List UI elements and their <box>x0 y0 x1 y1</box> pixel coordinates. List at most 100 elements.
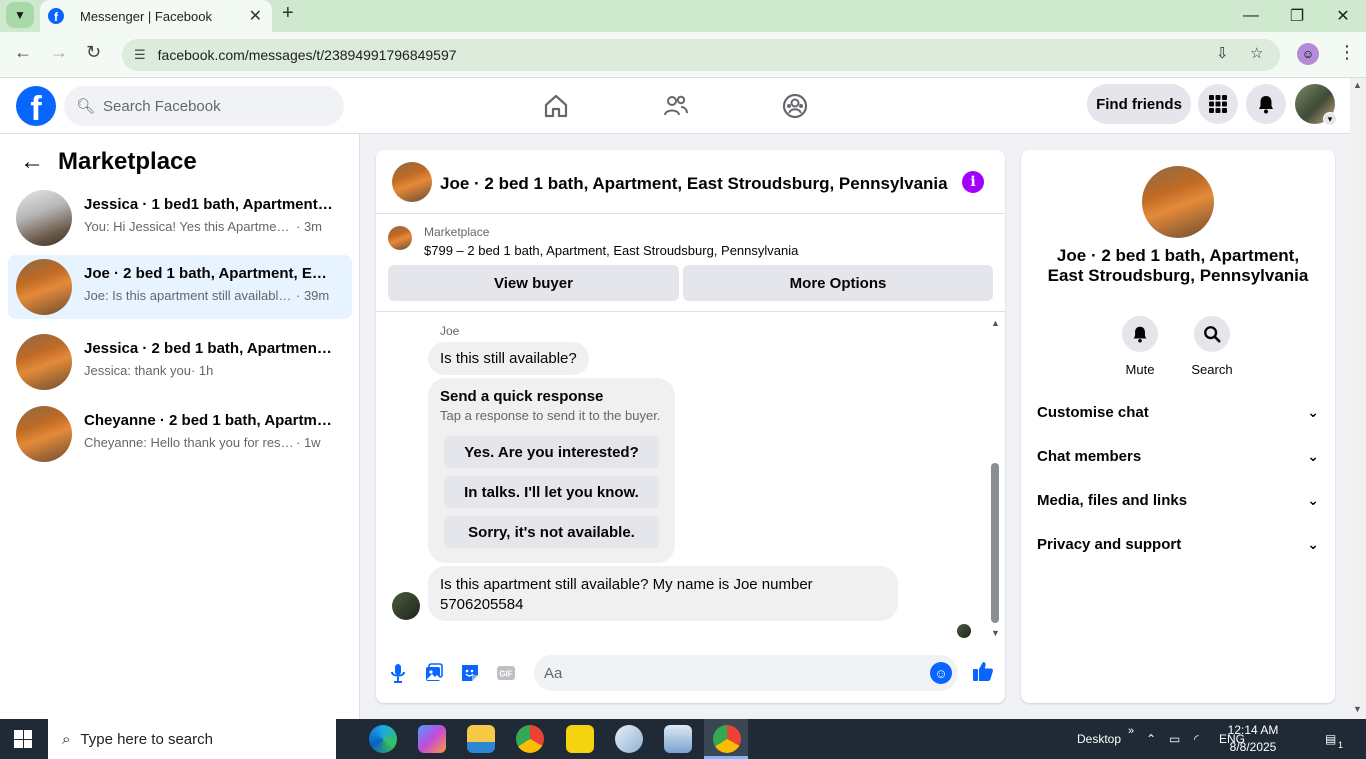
notification-center-icon[interactable]: ▤ <box>1325 719 1336 759</box>
menu-grid-icon[interactable] <box>1198 84 1238 124</box>
privacy-support-section[interactable]: Privacy and support ⌄ <box>1037 524 1319 564</box>
chat-members-section[interactable]: Chat members ⌄ <box>1037 436 1319 476</box>
wifi-icon[interactable]: ◜ <box>1194 719 1199 759</box>
conversation-item[interactable]: Cheyanne · 2 bed 1 bath, Apartme... Chey… <box>8 402 352 466</box>
taskbar-search[interactable]: ⌕ Type here to search <box>48 719 336 759</box>
account-avatar[interactable]: ▾ <box>1295 84 1337 126</box>
chat-title[interactable]: Joe · 2 bed 1 bath, Apartment, East Stro… <box>440 174 948 194</box>
reload-icon[interactable]: ↻ <box>86 42 101 63</box>
notepad-icon[interactable] <box>664 725 692 753</box>
address-bar[interactable]: ☰ facebook.com/messages/t/23894991796849… <box>122 39 1280 71</box>
close-tab-icon[interactable]: ✕ <box>249 6 262 26</box>
back-arrow-icon[interactable]: ← <box>14 42 32 63</box>
details-title: Joe · 2 bed 1 bath, Apartment, East Stro… <box>1047 246 1309 285</box>
quick-response-in-talks-button[interactable]: In talks. I'll let you know. <box>444 476 659 508</box>
conversation-item[interactable]: Jessica · 2 bed 1 bath, Apartment, ... J… <box>8 330 352 394</box>
browser-menu-icon[interactable]: ⋮ <box>1338 42 1356 63</box>
marketplace-listing-bar: Marketplace $799 – 2 bed 1 bath, Apartme… <box>376 214 1005 312</box>
message-bubble: Is this still available? <box>428 342 589 375</box>
home-icon[interactable] <box>542 92 570 120</box>
facebook-logo[interactable]: f <box>16 86 56 126</box>
site-info-icon[interactable]: ☰ <box>134 47 146 63</box>
friends-icon[interactable] <box>662 92 690 120</box>
new-tab-button[interactable]: + <box>282 2 294 25</box>
conversation-item[interactable]: Joe · 2 bed 1 bath, Apartment, East... J… <box>8 255 352 319</box>
quick-response-subtitle: Tap a response to send it to the buyer. <box>440 408 661 423</box>
quick-response-card: Send a quick response Tap a response to … <box>428 378 675 563</box>
restore-window-button[interactable]: ❐ <box>1274 0 1320 32</box>
scroll-up-icon[interactable]: ▲ <box>991 318 1000 328</box>
microphone-icon[interactable] <box>387 662 409 684</box>
chrome-icon[interactable] <box>713 725 741 753</box>
sticker-icon[interactable] <box>459 662 481 684</box>
quick-response-not-available-button[interactable]: Sorry, it's not available. <box>444 516 659 548</box>
bookmark-star-icon[interactable]: ☆ <box>1250 44 1263 62</box>
system-clock[interactable]: 12:14 AM 8/8/2025 <box>1222 722 1284 756</box>
page-scrollbar[interactable]: ▲ ▼ <box>1350 78 1366 719</box>
forward-arrow-icon[interactable]: → <box>50 42 68 63</box>
chevron-down-icon: ▼ <box>14 8 26 22</box>
chevron-down-icon: ⌄ <box>1307 447 1319 464</box>
sender-avatar[interactable] <box>392 592 420 620</box>
windows-taskbar: ⌕ Type here to search Desktop » ⌃ ▭ ◜ EN… <box>0 719 1366 759</box>
file-explorer-icon[interactable] <box>467 725 495 753</box>
chat-panel: Joe · 2 bed 1 bath, Apartment, East Stro… <box>376 150 1005 703</box>
desktop-toolbar-label[interactable]: Desktop <box>1077 719 1121 759</box>
message-list: Joe Is this still available? Send a quic… <box>376 312 1005 640</box>
paint-icon[interactable] <box>615 725 643 753</box>
thumbs-up-icon[interactable] <box>972 660 994 682</box>
info-icon[interactable]: i <box>962 171 984 193</box>
install-app-icon[interactable]: ⇩ <box>1216 44 1229 62</box>
mute-button[interactable]: Mute <box>1110 316 1170 377</box>
customise-chat-section[interactable]: Customise chat ⌄ <box>1037 392 1319 432</box>
scroll-down-icon[interactable]: ▼ <box>1353 704 1362 714</box>
message-scrollbar[interactable]: ▲ ▼ <box>990 318 1000 638</box>
chrome-profile-icon[interactable] <box>516 725 544 753</box>
chevron-down-icon: ▾ <box>1323 112 1337 126</box>
scroll-down-icon[interactable]: ▼ <box>991 628 1000 638</box>
search-icon: ⌕ <box>62 730 71 748</box>
copilot-icon[interactable] <box>418 725 446 753</box>
marketplace-sidebar: ← Marketplace Jessica · 1 bed1 bath, Apa… <box>0 134 360 719</box>
conversation-item[interactable]: Jessica · 1 bed1 bath, Apartment, E... Y… <box>8 186 352 250</box>
search-in-chat-button[interactable]: Search <box>1182 316 1242 377</box>
facebook-search-input[interactable] <box>103 97 324 115</box>
browser-tab-messenger[interactable]: f Messenger | Facebook ✕ <box>40 0 272 32</box>
chat-listing-thumbnail[interactable] <box>392 162 432 202</box>
minimize-window-button[interactable]: — <box>1228 0 1274 32</box>
sticky-notes-icon[interactable] <box>566 725 594 753</box>
gif-icon[interactable]: GIF <box>495 662 517 684</box>
show-hidden-icons-icon[interactable]: ⌃ <box>1146 719 1156 759</box>
battery-icon[interactable]: ▭ <box>1169 719 1180 759</box>
clock-time: 12:14 AM <box>1227 723 1279 737</box>
scrollbar-thumb[interactable] <box>991 463 999 623</box>
search-icon <box>1194 316 1230 352</box>
windows-start-icon[interactable] <box>14 730 32 748</box>
message-input-wrapper[interactable]: ☺ <box>534 655 958 691</box>
listing-price-title[interactable]: $799 – 2 bed 1 bath, Apartment, East Str… <box>424 243 798 258</box>
tab-title: Messenger | Facebook <box>80 8 212 24</box>
listing-thumbnail <box>16 259 72 315</box>
close-window-button[interactable]: ✕ <box>1320 0 1366 32</box>
toolbar-overflow-icon[interactable]: » <box>1128 711 1134 751</box>
tab-search-button[interactable]: ▼ <box>6 2 34 28</box>
emoji-icon[interactable]: ☺ <box>930 662 952 684</box>
bell-icon <box>1122 316 1158 352</box>
quick-response-yes-button[interactable]: Yes. Are you interested? <box>444 436 659 468</box>
media-files-links-section[interactable]: Media, files and links ⌄ <box>1037 480 1319 520</box>
facebook-search[interactable]: 🔍︎ <box>64 86 344 126</box>
groups-icon[interactable] <box>781 92 809 120</box>
sidebar-header: ← Marketplace <box>20 148 197 176</box>
back-arrow-icon[interactable]: ← <box>20 148 44 176</box>
photo-gallery-icon[interactable] <box>423 662 445 684</box>
find-friends-button[interactable]: Find friends <box>1087 84 1191 124</box>
browser-profile-avatar[interactable]: ☺ <box>1297 43 1319 65</box>
scroll-up-icon[interactable]: ▲ <box>1353 80 1362 90</box>
edge-browser-icon[interactable] <box>369 725 397 753</box>
view-buyer-button[interactable]: View buyer <box>388 265 679 301</box>
message-input[interactable] <box>544 664 914 682</box>
listing-mini-thumbnail <box>388 226 412 250</box>
notifications-bell-icon[interactable] <box>1246 84 1286 124</box>
more-options-button[interactable]: More Options <box>683 265 993 301</box>
notification-count-badge: 1 <box>1338 740 1344 750</box>
